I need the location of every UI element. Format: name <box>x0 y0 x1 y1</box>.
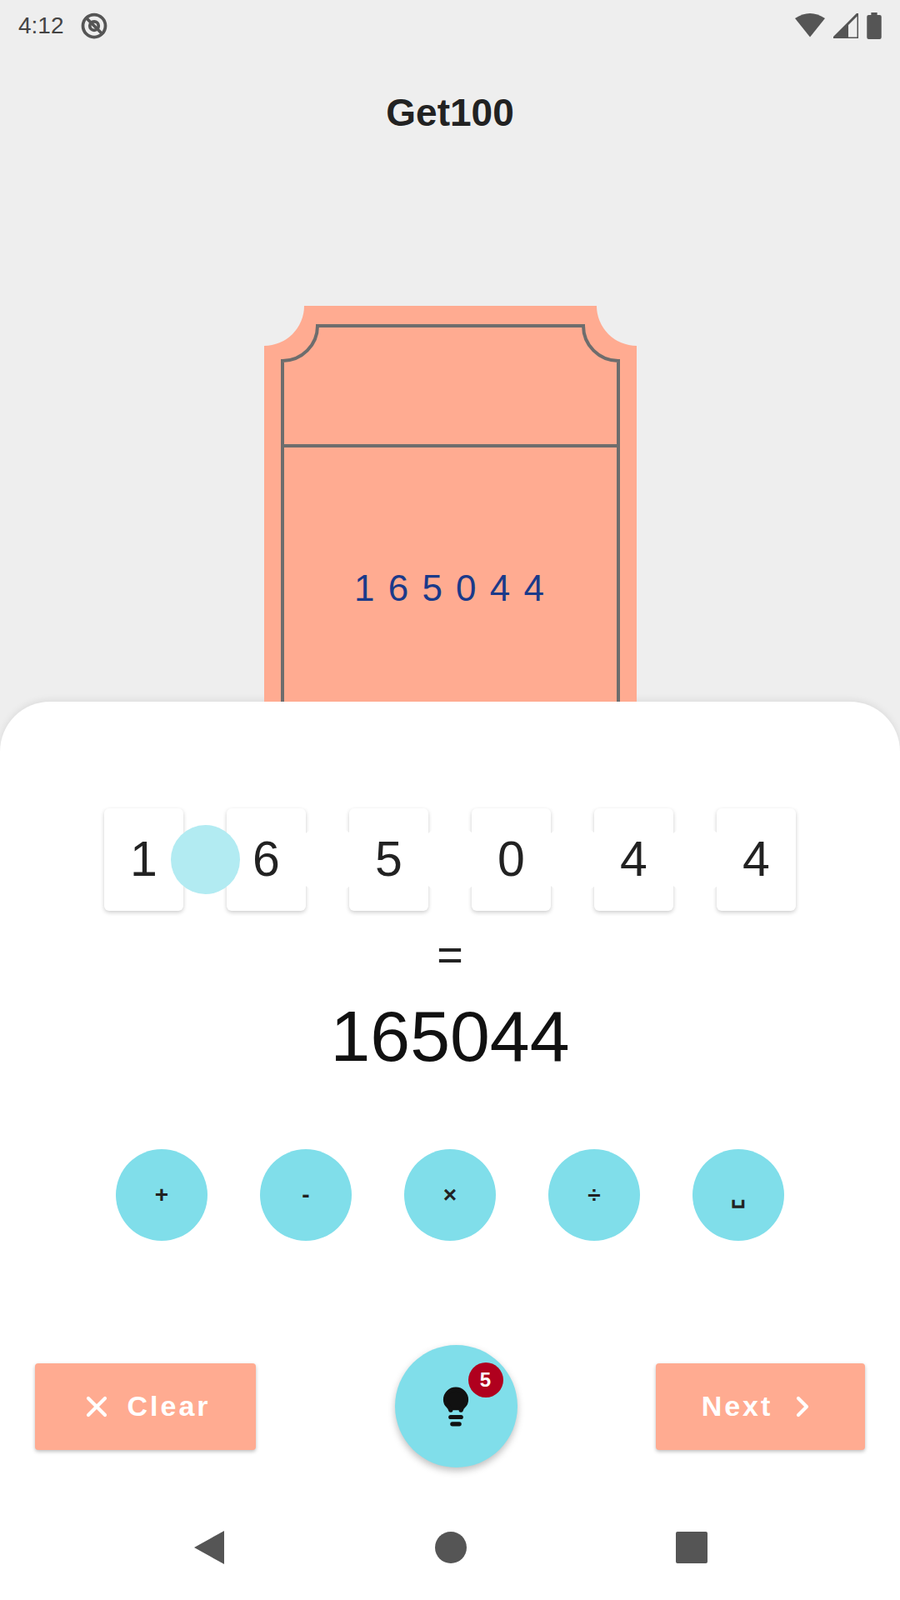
operator-slot[interactable] <box>293 825 363 895</box>
status-time: 4:12 <box>18 8 65 44</box>
equals-sign: = <box>0 933 900 975</box>
ticket-number: 1 6 5 0 4 4 <box>354 445 546 610</box>
operator-slot[interactable] <box>660 825 730 895</box>
back-icon[interactable] <box>192 1529 226 1566</box>
app-title: Get100 <box>0 50 900 175</box>
operator-button[interactable]: + <box>115 1149 208 1241</box>
operator-button[interactable]: ÷ <box>548 1149 640 1241</box>
operator-button[interactable]: × <box>404 1149 496 1241</box>
operator-button[interactable]: - <box>260 1149 352 1241</box>
bottom-sheet: 165044 = 165044 +-× ÷ ␣ Clear 5 Next <box>0 701 900 1600</box>
hint-button[interactable]: 5 <box>395 1345 518 1468</box>
battery-icon <box>866 12 882 40</box>
hint-badge: 5 <box>468 1362 504 1398</box>
result-value: 165044 <box>0 1000 900 1072</box>
navigation-bar <box>0 1495 900 1600</box>
clear-button[interactable]: Clear <box>35 1363 256 1450</box>
ticket-frame-icon <box>264 305 637 702</box>
operator-slot[interactable] <box>538 825 608 895</box>
operator-buttons: +-× ÷ ␣ <box>0 1149 900 1241</box>
chevron-right-icon <box>785 1390 820 1424</box>
operator-slot[interactable] <box>170 825 240 895</box>
recents-icon[interactable] <box>675 1531 708 1564</box>
action-row: Clear 5 Next <box>0 1345 900 1468</box>
close-icon <box>80 1390 114 1424</box>
operator-button[interactable]: ␣ <box>692 1149 785 1241</box>
expression-row: 165044 <box>0 808 900 911</box>
operator-slot[interactable] <box>415 825 485 895</box>
signal-icon <box>833 13 859 39</box>
app: 4:12 Get100 1 6 5 0 4 4 165044 = 165044 +-× ÷ ␣ C… <box>0 0 900 1600</box>
wifi-icon <box>795 13 825 39</box>
lightbulb-icon <box>435 1385 477 1428</box>
home-icon[interactable] <box>434 1530 468 1565</box>
ticket: 1 6 5 0 4 4 <box>264 305 637 702</box>
status-bar: 4:12 <box>0 0 900 51</box>
next-button[interactable]: Next <box>655 1363 865 1450</box>
notification-icon <box>79 10 110 41</box>
